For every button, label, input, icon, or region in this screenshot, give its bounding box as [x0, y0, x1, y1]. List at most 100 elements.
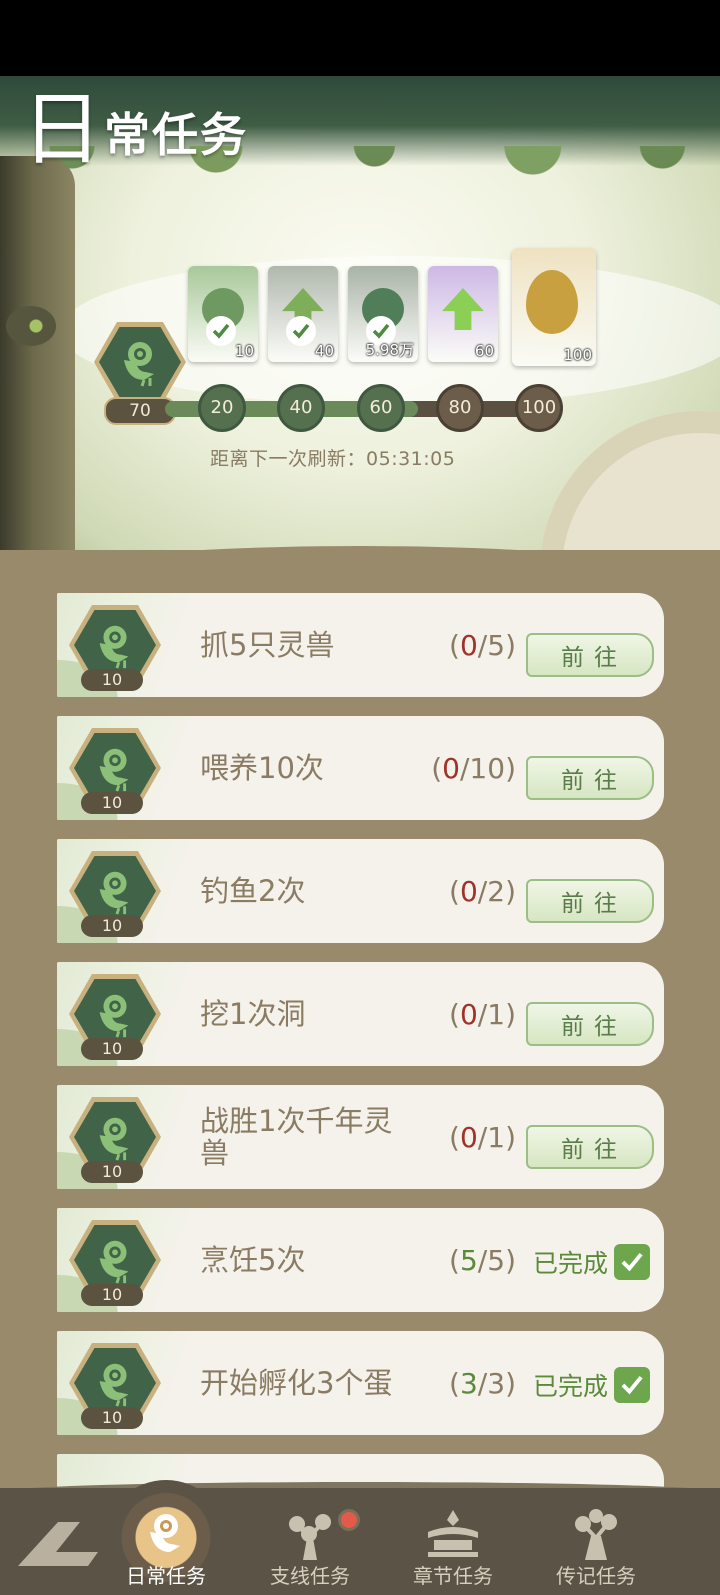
status-bar: [0, 0, 720, 76]
task-done-status: 已完成: [533, 1367, 650, 1403]
task-row: 10 挖1次洞 (0/1) 前往: [57, 962, 664, 1066]
bird-emblem-icon: [99, 1117, 129, 1161]
task-progress-total: 1: [487, 997, 506, 1031]
task-progress: (0/1): [449, 1120, 516, 1154]
bird-emblem-icon: [99, 994, 129, 1038]
task-progress: (0/10): [431, 751, 516, 785]
task-progress-current: 3: [459, 1366, 478, 1400]
go-button[interactable]: 前往: [526, 756, 654, 800]
task-row: 10 喂养10次 (0/10) 前往: [57, 716, 664, 820]
task-progress-current: 0: [459, 1120, 478, 1154]
task-row: 10 钓鱼2次 (0/2) 前往: [57, 839, 664, 943]
task-progress-total: 5: [487, 1243, 506, 1277]
task-row: 10 开始孵化3个蛋 (3/3) 已完成: [57, 1331, 664, 1435]
nav-tab-4[interactable]: 传记任务: [526, 1498, 666, 1595]
go-button[interactable]: 前往: [526, 1125, 654, 1169]
task-reward-value: 10: [81, 792, 143, 814]
task-progress: (5/5): [449, 1243, 516, 1277]
task-progress-total: 1: [487, 1120, 506, 1154]
task-progress: (0/2): [449, 874, 516, 908]
claimed-check-icon: [206, 316, 236, 346]
activity-badge: [94, 322, 186, 402]
task-name: 开始孵化3个蛋: [200, 1366, 393, 1400]
nav-tab-label: 章节任务: [413, 1564, 493, 1588]
reward-card-5[interactable]: 100: [512, 248, 596, 366]
reward-card-1[interactable]: 10: [188, 266, 258, 362]
task-progress-total: 5: [487, 628, 506, 662]
bird-emblem-icon: [99, 1240, 129, 1284]
done-label: 已完成: [532, 1249, 608, 1278]
reward-card-4[interactable]: 60: [428, 266, 498, 362]
golden-seed-icon: [526, 270, 578, 334]
go-button[interactable]: 前往: [526, 879, 654, 923]
task-done-status: 已完成: [533, 1244, 650, 1280]
task-progress: (0/5): [449, 628, 516, 662]
task-progress-current: 0: [459, 874, 478, 908]
task-reward-value: 10: [81, 1161, 143, 1183]
reward-qty: 100: [563, 346, 592, 364]
title-first-char: 日: [22, 83, 104, 176]
task-name: 挖1次洞: [200, 997, 306, 1031]
task-progress-current: 0: [442, 751, 460, 785]
milestone-40: 40: [277, 384, 325, 432]
bird-emblem-icon: [124, 342, 154, 387]
task-progress-total: 3: [487, 1366, 506, 1400]
task-progress-total: 10: [469, 751, 506, 785]
task-reward-value: 10: [81, 669, 143, 691]
go-button[interactable]: 前往: [526, 633, 654, 677]
branch-task-notification-dot: [338, 1509, 360, 1531]
task-progress-total: 2: [487, 874, 506, 908]
header-scene: 日常任务 70 20 40 60 80 100 10 40 5.98万 60 100 距离下一次…: [0, 76, 720, 576]
check-icon: [614, 1367, 650, 1403]
reward-card-2[interactable]: 40: [268, 266, 338, 362]
task-list[interactable]: 10 抓5只灵兽(0/5) 前往 10 喂养10次(0/10) 前往 10 钓鱼2次(0/2)…: [0, 550, 720, 1495]
title-rest: 常任务: [104, 108, 248, 162]
tree-totem-art: [0, 156, 75, 576]
bird-emblem-icon: [99, 625, 129, 669]
milestone-20: 20: [198, 384, 246, 432]
reward-qty: 5.98万: [365, 341, 414, 359]
milestone-80: 80: [436, 384, 484, 432]
milestone-100: 100: [515, 384, 563, 432]
bird-emblem-icon: [99, 748, 129, 792]
scroll-sprout-icon: [569, 1508, 623, 1566]
app-root: 日常任务 70 20 40 60 80 100 10 40 5.98万 60 100 距离下一次…: [0, 0, 720, 1595]
task-name: 抓5只灵兽: [200, 628, 335, 662]
book-stand-icon: [424, 1508, 482, 1562]
reward-qty: 60: [474, 342, 494, 360]
nav-tab-label: 支线任务: [270, 1564, 350, 1588]
task-name: 喂养10次: [200, 751, 324, 785]
claimed-check-icon: [286, 316, 316, 346]
done-label: 已完成: [532, 1372, 608, 1401]
bird-emblem-icon: [99, 871, 129, 915]
reward-qty: 10: [234, 342, 254, 360]
nav-tab-label: 日常任务: [126, 1564, 206, 1588]
nav-tab-1[interactable]: 日常任务: [96, 1498, 236, 1595]
milestone-60: 60: [357, 384, 405, 432]
nav-tab-2[interactable]: 支线任务: [240, 1498, 380, 1595]
nav-tab-label: 传记任务: [556, 1564, 636, 1588]
task-progress-current: 5: [459, 1243, 478, 1277]
back-logo-icon[interactable]: [18, 1522, 98, 1566]
page-title: 日常任务: [22, 90, 248, 170]
task-progress-current: 0: [459, 997, 478, 1031]
task-reward-value: 10: [81, 1284, 143, 1306]
task-progress: (3/3): [449, 1366, 516, 1400]
go-button[interactable]: 前往: [526, 1002, 654, 1046]
task-progress-current: 0: [459, 628, 478, 662]
nav-tab-3[interactable]: 章节任务: [383, 1498, 523, 1595]
refresh-countdown: 距离下一次刷新：05:31:05: [210, 448, 456, 470]
task-row: 10 战胜1次千年灵兽 (0/1) 前往: [57, 1085, 664, 1189]
task-row: 10 烹饪5次 (5/5) 已完成: [57, 1208, 664, 1312]
check-icon: [614, 1244, 650, 1280]
bird-emblem-icon: [140, 1508, 192, 1564]
task-progress: (0/1): [449, 997, 516, 1031]
branch-sprout-icon: [283, 1508, 337, 1566]
task-reward-value: 10: [81, 1407, 143, 1429]
bird-emblem-icon: [99, 1363, 129, 1407]
reward-card-3[interactable]: 5.98万: [348, 266, 418, 362]
task-reward-value: 10: [81, 1038, 143, 1060]
task-name: 钓鱼2次: [200, 874, 306, 908]
task-reward-value: 10: [81, 915, 143, 937]
refresh-time: 05:31:05: [366, 448, 456, 470]
